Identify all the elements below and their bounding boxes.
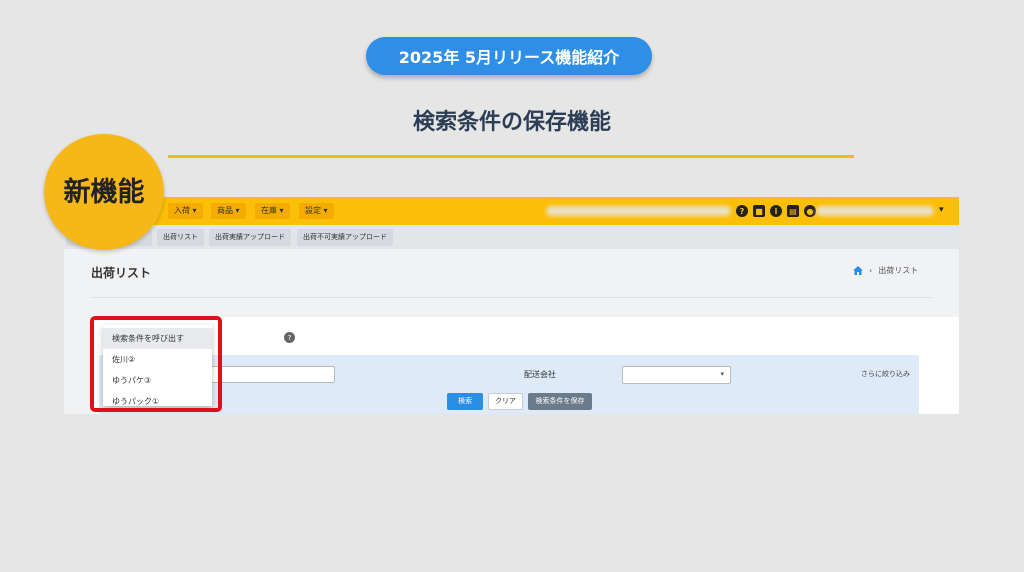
help-circle-icon[interactable]: ? [284, 332, 295, 343]
nav-item-arrival[interactable]: 入荷 ▾ [168, 203, 203, 219]
filter-panel: 配送会社 ▾ さらに絞り込み 検索 クリア 検索条件を保存 [99, 355, 919, 414]
release-pill: 2025年 5月リリース機能紹介 [366, 37, 652, 75]
carrier-label: 配送会社 [524, 370, 556, 379]
new-feature-badge: 新機能 [44, 134, 164, 250]
page-title: 出荷リスト [91, 266, 152, 280]
info-icon[interactable]: i [770, 205, 782, 217]
sub-nav: 出荷リスト 出荷実績アップロード 出荷不可実績アップロード [64, 225, 959, 249]
clear-button[interactable]: クリア [488, 393, 523, 410]
nav-item-stock[interactable]: 在庫 ▾ [255, 203, 290, 219]
blurred-user-name [816, 206, 934, 216]
home-icon[interactable] [853, 266, 863, 275]
nav-item-products[interactable]: 商品 ▾ [211, 203, 246, 219]
slide-headline: 検索条件の保存機能 [412, 110, 611, 135]
save-search-button[interactable]: 検索条件を保存 [528, 393, 592, 410]
more-filters-link[interactable]: さらに絞り込み [861, 369, 910, 379]
keyword-input[interactable] [207, 366, 335, 383]
user-menu-caret-icon[interactable]: ▾ [939, 205, 944, 215]
subnav-item-shipping-list[interactable]: 出荷リスト [157, 229, 204, 246]
user-icon[interactable]: ● [804, 205, 816, 217]
blurred-store-name [546, 206, 731, 216]
nav-icon-group: ? ■ i ▤ ● [736, 205, 816, 217]
nav-item-settings[interactable]: 設定 ▾ [299, 203, 334, 219]
chevron-down-icon: ▾ [720, 370, 724, 378]
breadcrumb: › 出荷リスト [853, 265, 918, 276]
top-nav: 入荷 ▾ 商品 ▾ 在庫 ▾ 設定 ▾ ? ■ i ▤ ● ▾ [64, 197, 959, 225]
title-divider [91, 297, 932, 298]
search-button[interactable]: 検索 [447, 393, 483, 410]
highlight-box [90, 316, 222, 412]
carrier-select[interactable]: ▾ [622, 366, 731, 384]
breadcrumb-separator: › [869, 266, 873, 275]
headline-underline [168, 155, 854, 158]
subnav-item-upload-results[interactable]: 出荷実績アップロード [209, 229, 291, 246]
breadcrumb-current: 出荷リスト [878, 266, 919, 275]
chart-icon[interactable]: ▤ [787, 205, 799, 217]
subnav-item-upload-failed[interactable]: 出荷不可実績アップロード [297, 229, 393, 246]
help-icon[interactable]: ? [736, 205, 748, 217]
briefcase-icon[interactable]: ■ [753, 205, 765, 217]
